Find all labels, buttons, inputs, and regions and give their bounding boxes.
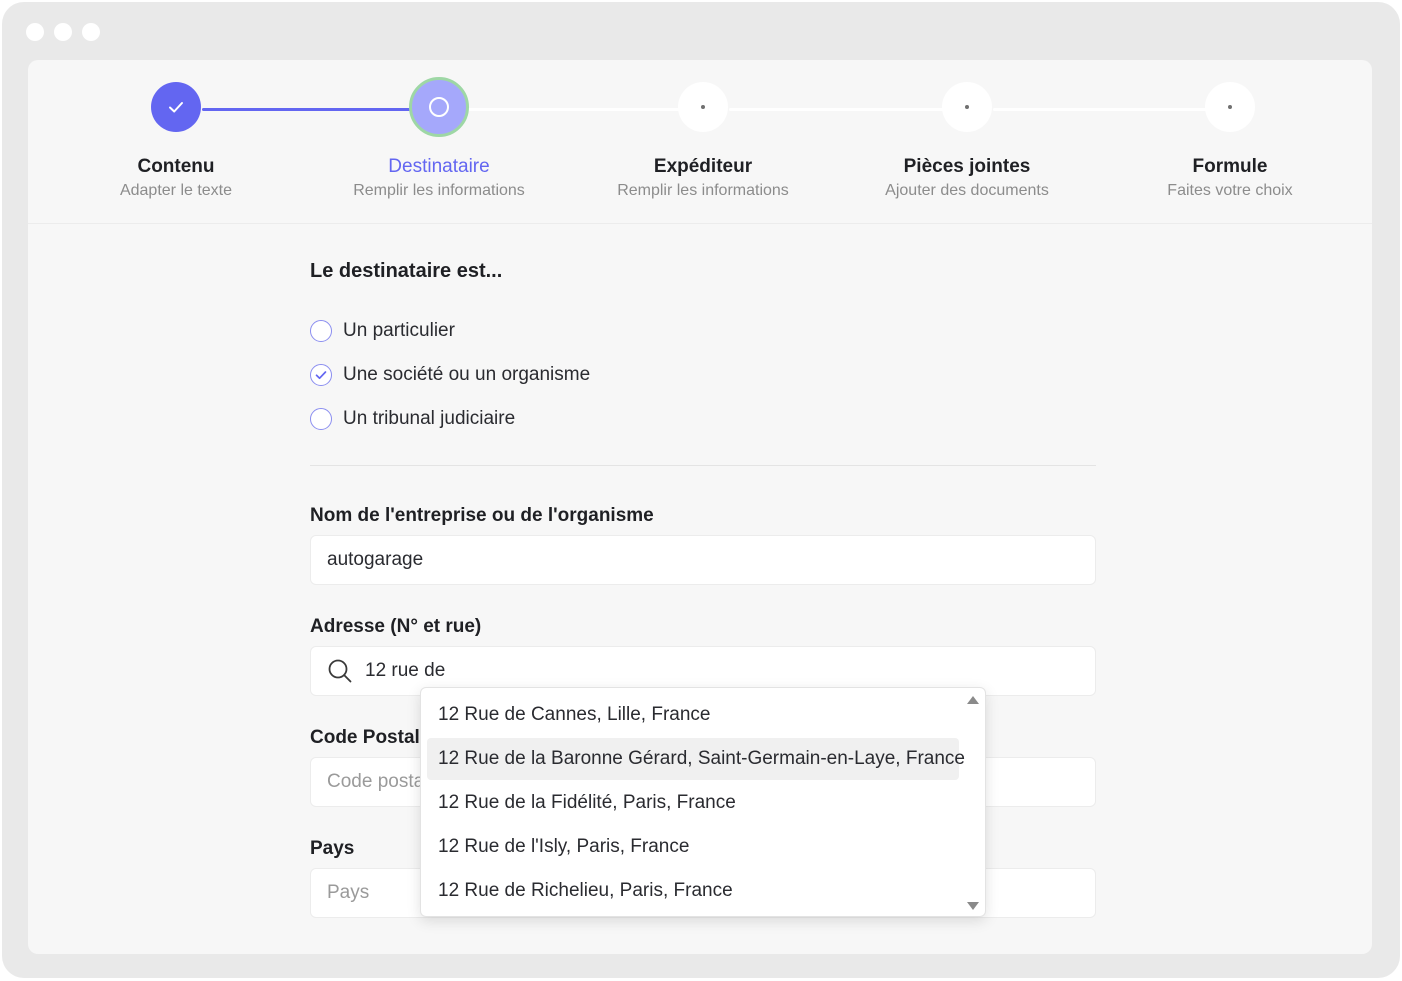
postal-placeholder: Code postal <box>327 771 429 792</box>
section-title: Le destinataire est... <box>310 260 503 282</box>
radio-unchecked-icon[interactable] <box>310 408 332 430</box>
suggestion-item-highlighted[interactable]: 12 Rue de la Baronne Gérard, Saint-Germa… <box>427 738 965 780</box>
radio-societe[interactable]: Une société ou un organisme <box>310 353 1098 397</box>
triangle-down-icon[interactable] <box>965 900 981 912</box>
radio-label: Un particulier <box>343 320 455 341</box>
step-pending-indicator <box>1205 82 1255 132</box>
step-title: Destinataire <box>388 156 490 177</box>
radio-unchecked-icon[interactable] <box>310 320 332 342</box>
company-label: Nom de l'entreprise ou de l'organisme <box>310 505 654 526</box>
check-icon <box>315 371 327 380</box>
address-field-group: Adresse (N° et rue) 12 rue de <box>310 616 1098 696</box>
ring-icon <box>429 97 449 117</box>
step-subtitle: Faites votre choix <box>1167 182 1293 199</box>
dot-icon <box>701 105 705 109</box>
step-pieces-jointes[interactable]: Pièces jointes Ajouter des documents <box>852 82 1082 200</box>
check-icon <box>169 102 183 113</box>
step-title: Expéditeur <box>653 156 753 177</box>
step-subtitle: Ajouter des documents <box>885 182 1049 199</box>
company-field-group: Nom de l'entreprise ou de l'organisme au… <box>310 505 1098 585</box>
search-icon <box>328 659 352 683</box>
step-title: Contenu <box>137 156 215 177</box>
form-card: Contenu Adapter le texte Destinataire Re… <box>28 60 1372 954</box>
suggestion-item[interactable]: 12 Rue de l'Isly, Paris, France <box>427 826 959 868</box>
company-input-value: autogarage <box>327 549 424 570</box>
dot-icon <box>1228 105 1232 109</box>
step-formule[interactable]: Formule Faites votre choix <box>1115 82 1345 200</box>
company-input[interactable]: autogarage <box>310 535 1096 585</box>
step-subtitle: Remplir les informations <box>617 182 789 199</box>
step-destinataire[interactable]: Destinataire Remplir les informations <box>324 77 554 200</box>
radio-checked-icon[interactable] <box>310 364 332 386</box>
step-subtitle: Adapter le texte <box>119 182 233 199</box>
radio-label: Un tribunal judiciaire <box>343 408 516 429</box>
address-suggestions-dropdown[interactable]: 12 Rue de Cannes, Lille, France 12 Rue d… <box>420 687 986 917</box>
window-maximize-button[interactable] <box>82 23 100 41</box>
radio-tribunal[interactable]: Un tribunal judiciaire <box>310 397 1098 441</box>
step-complete-indicator <box>151 82 201 132</box>
triangle-up-icon[interactable] <box>965 694 981 706</box>
suggestion-item[interactable]: 12 Rue de la Fidélité, Paris, France <box>427 782 959 824</box>
step-contenu[interactable]: Contenu Adapter le texte <box>61 82 291 200</box>
radio-particulier[interactable]: Un particulier <box>310 309 1098 353</box>
divider <box>310 465 1096 466</box>
window-minimize-button[interactable] <box>54 23 72 41</box>
suggestion-item[interactable]: 12 Rue de Richelieu, Paris, France <box>427 870 959 912</box>
step-title: Formule <box>1192 156 1268 177</box>
app-window: Contenu Adapter le texte Destinataire Re… <box>2 2 1400 978</box>
step-expediteur[interactable]: Expéditeur Remplir les informations <box>588 82 818 200</box>
address-label: Adresse (N° et rue) <box>310 616 482 637</box>
step-subtitle: Remplir les informations <box>353 182 525 199</box>
recipient-type-group: Un particulier Une société ou un organis… <box>310 309 1098 441</box>
address-input-value: 12 rue de <box>365 660 446 681</box>
country-placeholder: Pays <box>327 882 370 903</box>
step-current-indicator <box>409 77 469 137</box>
suggestion-item[interactable]: 12 Rue de Cannes, Lille, France <box>427 694 959 736</box>
step-title: Pièces jointes <box>903 156 1031 177</box>
radio-label: Une société ou un organisme <box>343 364 591 385</box>
window-close-button[interactable] <box>26 23 44 41</box>
progress-stepper: Contenu Adapter le texte Destinataire Re… <box>28 60 1372 224</box>
step-pending-indicator <box>942 82 992 132</box>
step-pending-indicator <box>678 82 728 132</box>
window-controls <box>26 23 100 41</box>
dot-icon <box>965 105 969 109</box>
